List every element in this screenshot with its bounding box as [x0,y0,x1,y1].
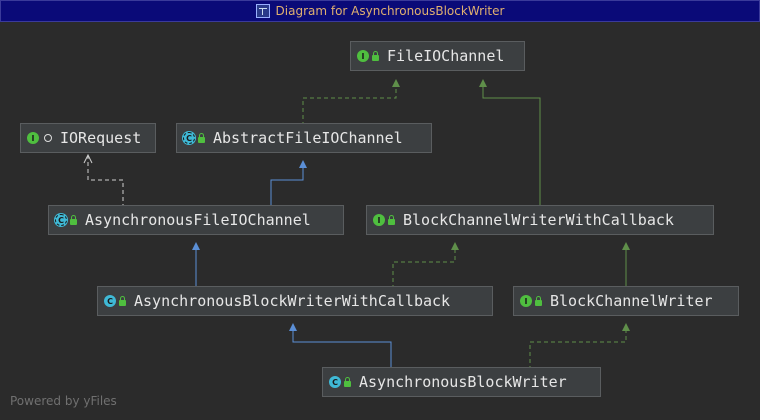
node-blockchannelwriterwithcallback[interactable]: I BlockChannelWriterWithCallback [366,205,714,235]
lock-icon [119,295,126,306]
package-private-icon [44,134,52,142]
node-label: BlockChannelWriter [550,292,713,310]
lock-icon [388,214,395,225]
class-icon: C [104,295,116,307]
edge-abw-to-abwwc [289,323,392,370]
node-label: BlockChannelWriterWithCallback [403,211,674,229]
node-asynchronousblockwriterwithcallback[interactable]: C AsynchronousBlockWriterWithCallback [97,286,493,316]
diagram-icon [255,4,270,18]
lock-icon [70,214,77,225]
edge-abw-to-bcw [529,323,630,370]
edge-abstractfileiochannel-to-fileiochannel [302,79,400,126]
lock-icon [535,295,542,306]
node-abstractfileiochannel[interactable]: C AbstractFileIOChannel [176,123,432,153]
node-label: AbstractFileIOChannel [213,129,403,147]
node-blockchannelwriter[interactable]: I BlockChannelWriter [513,286,739,316]
node-label: AsynchronousFileIOChannel [85,211,311,229]
edge-asyncfileiochannel-to-iorequest [88,156,124,208]
node-label: AsynchronousBlockWriterWithCallback [134,292,451,310]
interface-icon: I [520,295,532,307]
node-label: FileIOChannel [387,47,505,65]
window-title: Diagram for AsynchronousBlockWriter [275,4,505,18]
node-label: AsynchronousBlockWriter [359,373,567,391]
node-asynchronousfileiochannel[interactable]: C AsynchronousFileIOChannel [48,205,344,235]
edge-asyncfileiochannel-to-abstractfileiochannel [270,160,307,208]
abstract-class-icon: C [183,132,195,144]
lock-icon [198,132,205,143]
node-fileiochannel[interactable]: I FileIOChannel [350,41,525,71]
interface-icon: I [27,132,39,144]
window-titlebar: Diagram for AsynchronousBlockWriter [0,0,760,22]
lock-icon [372,50,379,61]
node-iorequest[interactable]: I IORequest [20,123,156,153]
node-asynchronousblockwriter[interactable]: C AsynchronousBlockWriter [322,367,601,397]
interface-icon: I [357,50,369,62]
diagram-canvas[interactable]: I FileIOChannel I IORequest C AbstractFi… [0,22,760,420]
edge-bcwwc-to-fileiochannel [479,79,541,208]
interface-icon: I [373,214,385,226]
edge-abwwc-to-bcwwc [392,242,459,289]
lock-icon [344,376,351,387]
class-icon: C [329,376,341,388]
powered-by-footer: Powered by yFiles [10,394,117,408]
node-label: IORequest [60,129,142,147]
abstract-class-icon: C [55,214,67,226]
